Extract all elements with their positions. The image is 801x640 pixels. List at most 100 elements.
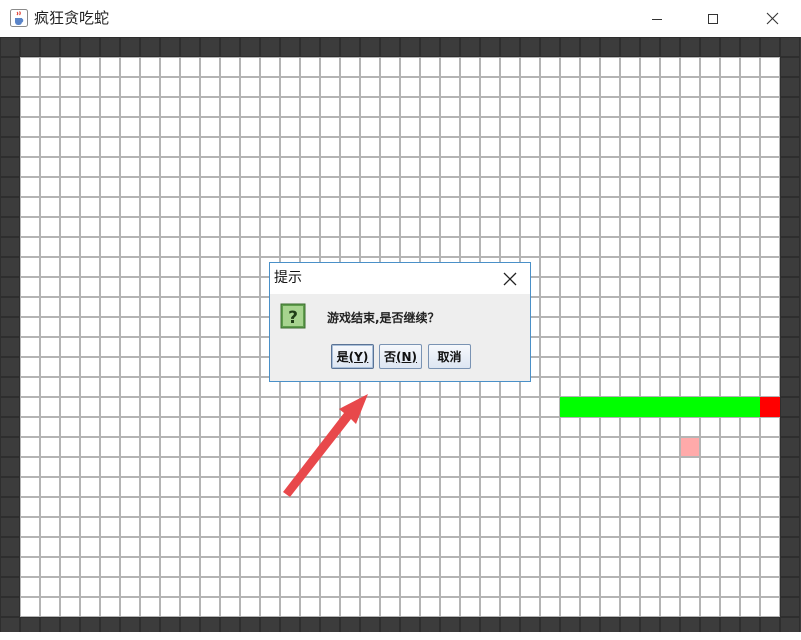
cancel-button[interactable]: 取消 bbox=[428, 344, 471, 369]
board-cell bbox=[560, 437, 580, 457]
board-cell bbox=[120, 377, 140, 397]
board-cell bbox=[640, 357, 660, 377]
board-cell bbox=[660, 237, 680, 257]
dialog-title: 提示 bbox=[274, 270, 302, 286]
board-cell bbox=[720, 537, 740, 557]
board-cell bbox=[140, 417, 160, 437]
board-cell bbox=[760, 457, 780, 477]
board-cell bbox=[740, 497, 760, 517]
board-cell bbox=[260, 477, 280, 497]
board-cell bbox=[660, 257, 680, 277]
board-cell bbox=[580, 257, 600, 277]
board-cell bbox=[100, 557, 120, 577]
board-cell bbox=[720, 597, 740, 617]
board-cell bbox=[420, 477, 440, 497]
board-cell bbox=[700, 457, 720, 477]
board-cell bbox=[660, 197, 680, 217]
board-cell bbox=[280, 57, 300, 77]
board-cell bbox=[460, 137, 480, 157]
board-cell bbox=[200, 257, 220, 277]
board-cell bbox=[300, 177, 320, 197]
board-cell bbox=[300, 537, 320, 557]
board-cell bbox=[260, 457, 280, 477]
board-cell bbox=[760, 117, 780, 137]
board-cell bbox=[200, 97, 220, 117]
board-cell bbox=[740, 377, 760, 397]
window-title: 疯狂贪吃蛇 bbox=[34, 9, 110, 27]
board-cell bbox=[680, 277, 700, 297]
board-cell bbox=[160, 497, 180, 517]
board-cell bbox=[660, 97, 680, 117]
dialog-close-button[interactable] bbox=[490, 263, 530, 294]
board-cell bbox=[720, 257, 740, 277]
board-cell bbox=[640, 437, 660, 457]
board-cell bbox=[680, 417, 700, 437]
board-cell bbox=[400, 437, 420, 457]
board-cell bbox=[440, 497, 460, 517]
board-cell bbox=[20, 597, 40, 617]
board-cell bbox=[280, 517, 300, 537]
board-cell bbox=[680, 357, 700, 377]
board-cell bbox=[720, 577, 740, 597]
wall-cell bbox=[780, 557, 800, 577]
board-cell bbox=[420, 457, 440, 477]
wall-cell bbox=[780, 137, 800, 157]
board-cell bbox=[560, 137, 580, 157]
board-cell bbox=[460, 417, 480, 437]
board-cell bbox=[360, 57, 380, 77]
board-cell bbox=[80, 277, 100, 297]
no-button[interactable]: 否 (N) bbox=[379, 344, 422, 369]
board-cell bbox=[220, 197, 240, 217]
maximize-button[interactable] bbox=[690, 0, 736, 37]
board-cell bbox=[380, 517, 400, 537]
yes-button[interactable]: 是 (Y) bbox=[331, 344, 374, 369]
board-cell bbox=[180, 517, 200, 537]
board-cell bbox=[20, 477, 40, 497]
board-cell bbox=[480, 177, 500, 197]
wall-cell bbox=[780, 317, 800, 337]
board-cell bbox=[300, 577, 320, 597]
board-cell bbox=[180, 77, 200, 97]
wall-cell bbox=[0, 257, 20, 277]
board-cell bbox=[400, 397, 420, 417]
board-cell bbox=[120, 537, 140, 557]
board-cell bbox=[300, 397, 320, 417]
board-cell bbox=[600, 357, 620, 377]
board-cell bbox=[420, 537, 440, 557]
board-cell bbox=[720, 377, 740, 397]
board-cell bbox=[700, 597, 720, 617]
close-window-button[interactable] bbox=[749, 0, 795, 37]
board-cell bbox=[340, 537, 360, 557]
wall-cell bbox=[0, 37, 20, 57]
title-bar[interactable]: 疯狂贪吃蛇 bbox=[0, 0, 801, 37]
board-cell bbox=[40, 297, 60, 317]
board-cell bbox=[760, 177, 780, 197]
board-cell bbox=[100, 237, 120, 257]
minimize-button[interactable] bbox=[634, 0, 680, 37]
board-cell bbox=[160, 557, 180, 577]
board-cell bbox=[580, 597, 600, 617]
board-cell bbox=[620, 437, 640, 457]
board-cell bbox=[360, 537, 380, 557]
board-cell bbox=[440, 397, 460, 417]
board-cell bbox=[540, 217, 560, 237]
dialog-title-bar[interactable]: 提示 bbox=[270, 263, 530, 294]
board-cell bbox=[520, 217, 540, 237]
board-cell bbox=[240, 517, 260, 537]
board-cell bbox=[320, 557, 340, 577]
board-cell bbox=[400, 497, 420, 517]
board-cell bbox=[620, 137, 640, 157]
board-cell bbox=[560, 537, 580, 557]
board-cell bbox=[140, 57, 160, 77]
board-cell bbox=[160, 457, 180, 477]
board-cell bbox=[540, 517, 560, 537]
board-cell bbox=[480, 417, 500, 437]
board-cell bbox=[240, 557, 260, 577]
board-cell bbox=[340, 397, 360, 417]
board-cell bbox=[200, 417, 220, 437]
wall-cell bbox=[60, 37, 80, 57]
board-cell bbox=[200, 357, 220, 377]
board-cell bbox=[480, 397, 500, 417]
board-cell bbox=[420, 437, 440, 457]
board-cell bbox=[680, 597, 700, 617]
